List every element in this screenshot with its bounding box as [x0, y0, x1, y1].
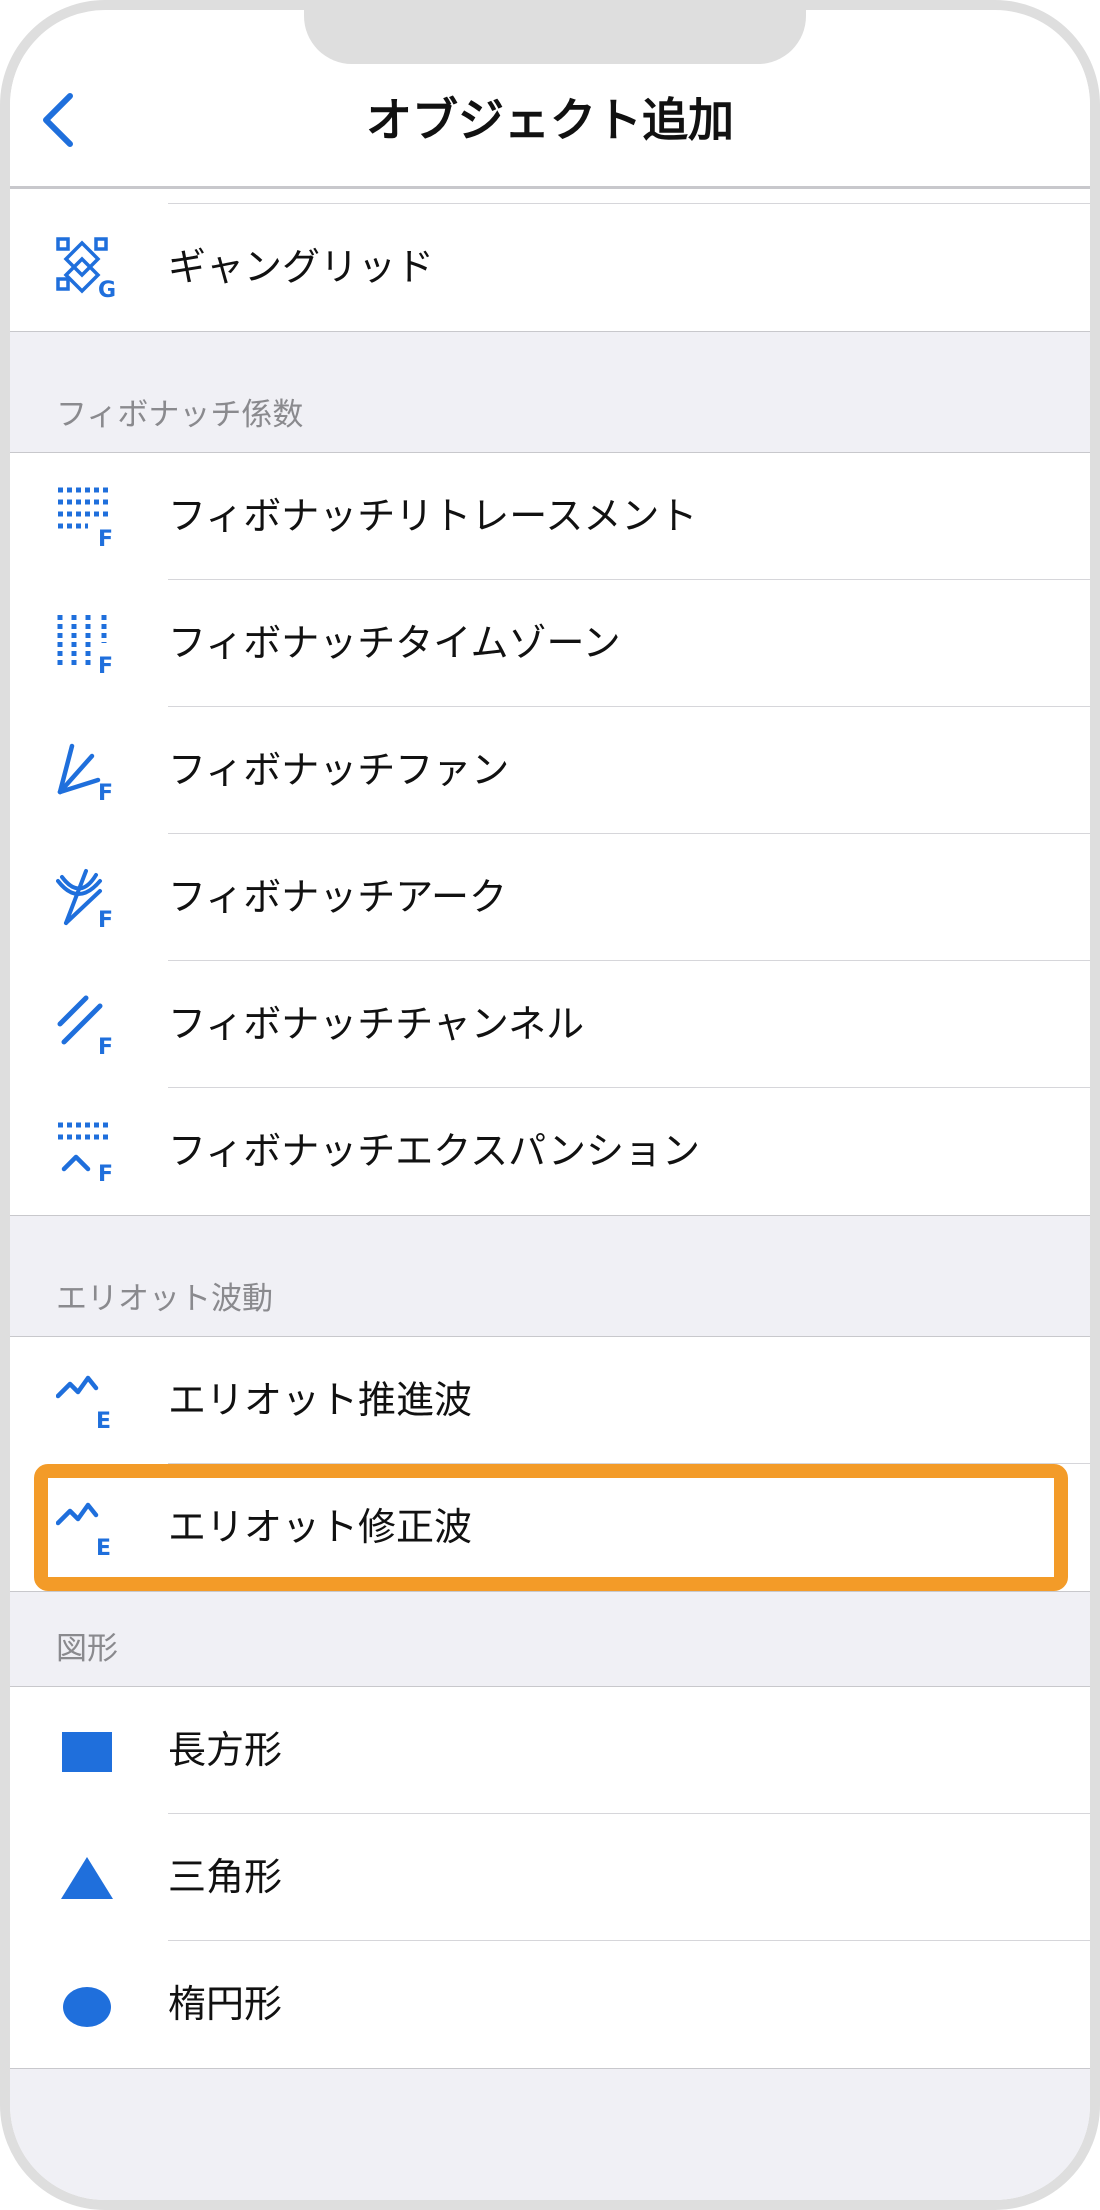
triangle-icon	[56, 1847, 118, 1909]
fibonacci-retracement-icon: F	[56, 486, 118, 548]
list-item-label: 楕円形	[168, 1982, 283, 2026]
svg-text:F: F	[98, 1162, 113, 1183]
section-title: エリオット波動	[56, 1281, 273, 1317]
navigation-bar: オブジェクト追加	[10, 54, 1090, 188]
fibonacci-expansion-icon: F	[56, 1121, 118, 1183]
list-item-gann-grid[interactable]: G ギャングリッド	[10, 204, 1090, 331]
list-item-elliott-impulse[interactable]: E エリオット推進波	[10, 1337, 1090, 1464]
elliott-group: E エリオット推進波 E エリオット修正波	[10, 1336, 1090, 1592]
list-item-label: フィボナッチリトレースメント	[168, 494, 698, 538]
elliott-correction-icon: E	[56, 1497, 118, 1559]
page-title: オブジェクト追加	[366, 93, 734, 147]
list-item-fibonacci-channel[interactable]: F フィボナッチチャンネル	[10, 961, 1090, 1088]
svg-text:E: E	[96, 1409, 111, 1432]
gann-group: G ギャングリッド	[10, 188, 1090, 332]
list-item-label: フィボナッチアーク	[168, 875, 507, 919]
section-header-shapes: 図形	[10, 1592, 1090, 1686]
list-item-ellipse[interactable]: 楕円形	[10, 1941, 1090, 2068]
list-item-fibonacci-retracement[interactable]: F フィボナッチリトレースメント	[10, 453, 1090, 580]
fibonacci-channel-icon: F	[56, 994, 118, 1056]
ellipse-icon	[56, 1974, 118, 2036]
section-title: フィボナッチ係数	[56, 397, 304, 433]
svg-text:F: F	[98, 781, 113, 802]
svg-text:F: F	[98, 654, 113, 675]
phone-frame: オブジェクト追加 G ギャングリッド フィボナッチ係数 F フィボナッチリトレー…	[0, 0, 1100, 2210]
object-list: G ギャングリッド フィボナッチ係数 F フィボナッチリトレースメント F フィ…	[10, 188, 1090, 2200]
section-header-fibonacci: フィボナッチ係数	[10, 332, 1090, 452]
section-title: 図形	[56, 1631, 118, 1667]
fibonacci-group: F フィボナッチリトレースメント F フィボナッチタイムゾーン F フィボナッチ…	[10, 452, 1090, 1216]
list-item-fibonacci-timezone[interactable]: F フィボナッチタイムゾーン	[10, 580, 1090, 707]
svg-text:F: F	[98, 1035, 113, 1056]
elliott-impulse-icon: E	[56, 1370, 118, 1432]
list-item-triangle[interactable]: 三角形	[10, 1814, 1090, 1941]
list-item-fibonacci-arc[interactable]: F フィボナッチアーク	[10, 834, 1090, 961]
list-item-label: ギャングリッド	[168, 245, 435, 289]
list-item-label: フィボナッチエクスパンション	[168, 1129, 701, 1173]
list-item-label: 三角形	[168, 1855, 283, 1899]
rectangle-icon	[56, 1720, 118, 1782]
svg-text:F: F	[98, 908, 113, 929]
notch	[304, 10, 806, 64]
list-item-elliott-correction[interactable]: E エリオット修正波	[10, 1464, 1090, 1591]
previous-row-partial	[10, 189, 1090, 204]
list-item-fibonacci-expansion[interactable]: F フィボナッチエクスパンション	[10, 1088, 1090, 1215]
section-header-elliott: エリオット波動	[10, 1216, 1090, 1336]
svg-text:E: E	[96, 1536, 111, 1559]
list-item-label: フィボナッチチャンネル	[168, 1002, 585, 1046]
bottom-spacer	[10, 2069, 1090, 2200]
list-item-label: 長方形	[168, 1728, 283, 1772]
list-item-fibonacci-fan[interactable]: F フィボナッチファン	[10, 707, 1090, 834]
list-item-rectangle[interactable]: 長方形	[10, 1687, 1090, 1814]
svg-text:F: F	[98, 527, 113, 548]
shapes-group: 長方形 三角形 楕円形	[10, 1686, 1090, 2069]
gann-grid-icon: G	[56, 237, 118, 299]
fibonacci-fan-icon: F	[56, 740, 118, 802]
list-item-label: エリオット推進波	[168, 1378, 473, 1422]
list-item-label: フィボナッチタイムゾーン	[168, 621, 621, 665]
fibonacci-timezone-icon: F	[56, 613, 118, 675]
list-item-label: エリオット修正波	[168, 1505, 473, 1549]
svg-text:G: G	[98, 278, 116, 299]
list-item-label: フィボナッチファン	[168, 748, 510, 792]
fibonacci-arc-icon: F	[56, 867, 118, 929]
